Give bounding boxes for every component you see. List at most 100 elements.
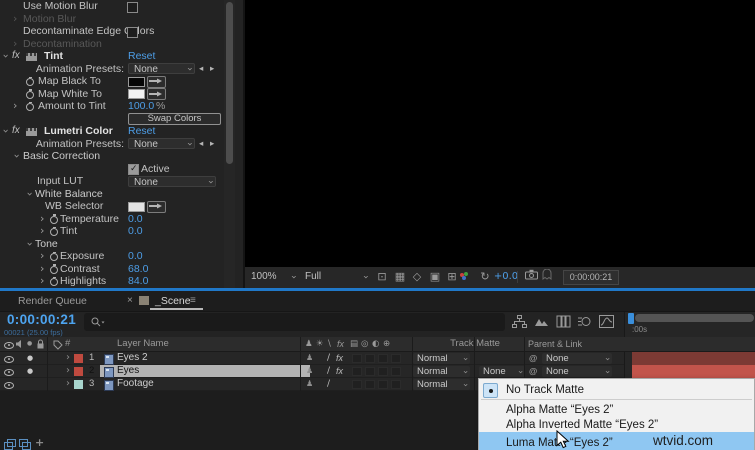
color-swatch[interactable] (128, 76, 145, 87)
switch-cell[interactable] (391, 366, 401, 376)
show-snapshot-icon[interactable] (540, 268, 554, 284)
reset-exposure-icon[interactable]: ↻ (478, 269, 492, 284)
region-of-interest-icon[interactable]: ▣ (428, 269, 442, 284)
switch-cell[interactable] (391, 379, 401, 389)
track-matte-dropdown[interactable]: None › (479, 366, 525, 377)
draft-3d-icon[interactable] (534, 315, 550, 329)
eyedropper-button[interactable] (147, 75, 166, 88)
current-time-display[interactable]: 0:00:00:21 (7, 312, 76, 327)
video-visibility-icon[interactable] (4, 368, 14, 376)
switch-cell[interactable] (352, 379, 362, 389)
stopwatch-icon[interactable] (50, 276, 58, 286)
reset-link[interactable]: Reset (128, 125, 155, 138)
dropdown[interactable]: None › (128, 63, 195, 75)
quality-icon[interactable]: / (327, 365, 330, 377)
layer-bar-eyes-2[interactable] (632, 352, 755, 365)
composition-canvas[interactable] (245, 0, 755, 267)
effects-scrollbar-thumb[interactable] (226, 2, 233, 164)
expand-layer-icon[interactable]: › (66, 352, 70, 364)
mask-visibility-icon[interactable]: ◇ (410, 269, 424, 284)
chevron-right-icon[interactable]: › (40, 274, 44, 288)
video-visibility-icon[interactable] (4, 355, 14, 363)
label-color-swatch[interactable] (74, 367, 83, 376)
property-value[interactable]: 0.0 (128, 250, 143, 263)
chevron-right-icon[interactable]: › (13, 37, 17, 51)
layer-row-eyes-2[interactable]: ● › 1 Eyes 2 ♟ / fx Normal › @ None › (0, 352, 624, 365)
checkbox[interactable] (127, 26, 138, 38)
layer-row-eyes[interactable]: ● › 2 Eyes ♟ / fx Normal › None › @ None › (0, 365, 624, 378)
column-divider[interactable] (474, 337, 475, 391)
color-swatch[interactable] (128, 89, 145, 100)
fx-icon[interactable]: fx (336, 352, 343, 364)
chevron-down-icon[interactable]: › (23, 241, 37, 245)
chevron-right-icon[interactable]: › (13, 12, 17, 26)
snapshot-camera-icon[interactable] (524, 269, 538, 284)
stopwatch-icon[interactable] (50, 226, 58, 236)
blend-mode-dropdown[interactable]: Normal › (413, 379, 470, 390)
next-preset-icon[interactable]: ▸ (210, 63, 214, 76)
transparency-grid-icon[interactable]: ▦ (393, 269, 407, 284)
solo-icon[interactable]: ● (27, 352, 33, 364)
shy-icon[interactable]: ♟ (306, 378, 313, 390)
stopwatch-icon[interactable] (50, 251, 58, 261)
property-value[interactable]: 0.0 (128, 225, 143, 238)
chevron-right-icon[interactable]: › (13, 99, 17, 113)
next-preset-icon[interactable]: ▸ (210, 138, 214, 151)
switch-cell[interactable] (391, 353, 401, 363)
chevron-down-icon[interactable]: › (0, 129, 13, 133)
menu-item-alpha-matte-eyes-2[interactable]: Alpha Matte “Eyes 2” (479, 402, 754, 417)
fx-icon[interactable]: fx (336, 365, 343, 377)
previous-preset-icon[interactable]: ◂ (199, 138, 203, 151)
parent-link-column-header[interactable]: Parent & Link (528, 337, 582, 351)
stopwatch-icon[interactable] (50, 214, 58, 224)
property-value[interactable]: 0.0 (128, 213, 143, 226)
dropdown[interactable]: None › (128, 175, 216, 188)
expand-in-out-icon[interactable]: + (35, 437, 48, 448)
blend-mode-dropdown[interactable]: Normal › (413, 353, 470, 364)
switch-cell[interactable] (352, 353, 362, 363)
property-value[interactable]: 84.0 (128, 275, 148, 288)
expand-layer-icon[interactable]: › (66, 365, 70, 377)
switch-cell[interactable] (378, 379, 388, 389)
switch-cell[interactable] (378, 353, 388, 363)
menu-item-alpha-inverted-matte-eyes-2[interactable]: Alpha Inverted Matte “Eyes 2” (479, 417, 754, 432)
switch-cell[interactable] (365, 366, 375, 376)
layer-name[interactable]: Eyes 2 (117, 352, 148, 364)
expand-layer-icon[interactable]: › (66, 378, 70, 390)
frame-blending-icon[interactable] (556, 315, 572, 329)
magnification-dropdown[interactable]: 100% › (251, 270, 299, 284)
track-matte-column-header[interactable]: Track Matte (435, 337, 515, 351)
swap-colors-button[interactable]: Swap Colors (128, 113, 221, 126)
chevron-down-icon[interactable]: › (10, 154, 24, 158)
shy-icon[interactable]: ♟ (306, 365, 313, 377)
expand-layer-switches-icon[interactable] (4, 437, 17, 450)
switch-cell[interactable] (365, 379, 375, 389)
pickwhip-icon[interactable]: @ (529, 352, 537, 364)
time-navigator-bar[interactable] (635, 314, 754, 322)
tab-render-queue[interactable]: Render Queue (18, 295, 87, 307)
column-divider[interactable] (412, 337, 413, 391)
graph-editor-icon[interactable] (599, 315, 615, 329)
panel-menu-icon[interactable]: ≡ (190, 295, 196, 306)
stopwatch-icon[interactable] (26, 101, 34, 111)
chevron-down-icon[interactable]: › (23, 191, 37, 195)
dropdown[interactable]: None › (128, 138, 195, 150)
switch-cell[interactable] (352, 366, 362, 376)
column-divider[interactable] (300, 337, 301, 391)
layer-name[interactable]: Footage (117, 378, 154, 390)
eyedropper-button[interactable] (147, 200, 166, 213)
color-swatch[interactable] (128, 201, 145, 212)
property-value[interactable]: 100.0 (128, 100, 154, 113)
label-color-swatch[interactable] (74, 354, 83, 363)
layer-name-column-header[interactable]: Layer Name (117, 337, 169, 351)
checkbox[interactable] (127, 1, 138, 13)
preview-target-icon[interactable]: ⊡ (375, 269, 389, 284)
mini-flowchart-icon[interactable] (512, 315, 528, 329)
pickwhip-icon[interactable]: @ (529, 365, 537, 377)
solo-icon[interactable]: ● (27, 365, 33, 377)
stopwatch-icon[interactable] (26, 89, 34, 99)
chevron-right-icon[interactable]: › (40, 249, 44, 263)
parent-dropdown[interactable]: None › (542, 366, 612, 377)
quality-icon[interactable]: / (327, 352, 330, 364)
tab-scene[interactable]: _Scene (155, 295, 191, 307)
